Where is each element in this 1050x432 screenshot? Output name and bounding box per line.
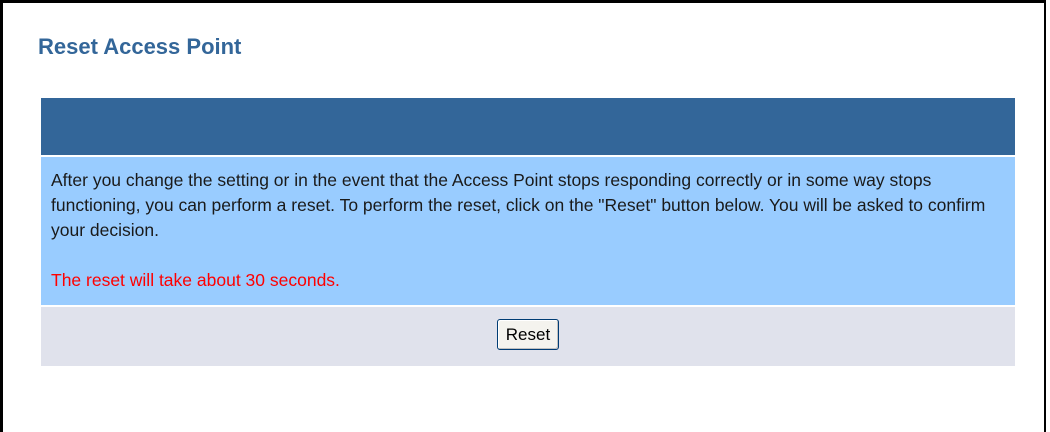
page-frame: Reset Access Point After you change the … (0, 0, 1046, 432)
page-title: Reset Access Point (38, 34, 242, 59)
panel-header-bar (41, 98, 1015, 155)
panel-footer: Reset (41, 305, 1015, 366)
reset-button[interactable]: Reset (496, 319, 560, 350)
panel-body: After you change the setting or in the e… (41, 155, 1015, 305)
reset-description: After you change the setting or in the e… (51, 170, 986, 240)
reset-warning: The reset will take about 30 seconds. (51, 270, 340, 290)
reset-panel: After you change the setting or in the e… (41, 98, 1015, 366)
